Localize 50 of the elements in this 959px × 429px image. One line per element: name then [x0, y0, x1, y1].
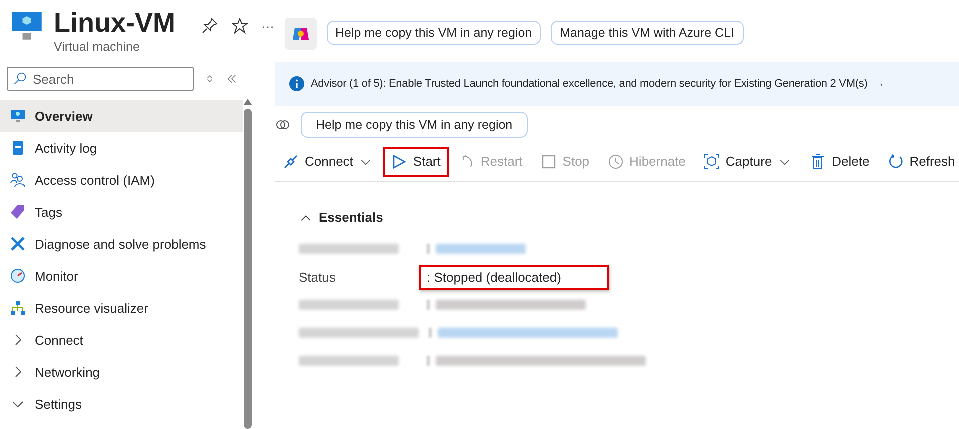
nav-item[interactable]: Access control (IAM) [0, 164, 243, 196]
gauge-icon [10, 268, 26, 284]
users-icon [10, 172, 26, 188]
toolbar-button[interactable]: Connect [275, 146, 382, 176]
copilot-button[interactable] [284, 18, 316, 50]
prompt-button[interactable]: Help me copy this VM in any region [326, 21, 542, 45]
trash-icon [810, 154, 826, 170]
property-value: : Stopped (deallocated) [419, 264, 609, 290]
search-field[interactable]: Search [7, 67, 194, 91]
toolbar-button[interactable]: Capture [696, 146, 800, 176]
nav-item[interactable]: Activity log [0, 132, 243, 164]
clock-icon [608, 154, 624, 170]
nav-item[interactable]: Overview [0, 100, 243, 132]
essentials-toggle[interactable]: Essentials [299, 210, 959, 225]
advisor-banner[interactable]: Advisor (1 of 5): Enable Trusted Launch foundational excellence, and modern security for Existing Generation 2 VM(s) → [275, 62, 959, 106]
page-title: Linux-VM [54, 8, 176, 38]
scroll-up-icon[interactable] [244, 99, 252, 105]
star-icon [232, 18, 248, 34]
nav-item[interactable]: Resource visualizer [0, 292, 243, 324]
nav-item[interactable]: Tags [0, 196, 243, 228]
prompt-button[interactable]: Manage this VM with Azure CLI [551, 21, 744, 45]
prompt-button[interactable]: Help me copy this VM in any region [301, 112, 528, 138]
play-icon [391, 154, 408, 170]
collapse-icon [226, 73, 238, 85]
arrow-icon: → [874, 78, 885, 90]
more-button[interactable]: ··· [262, 18, 274, 34]
property-label: Status [299, 270, 337, 284]
resource-type: Virtual machine [54, 40, 141, 54]
scrollbar-thumb[interactable] [244, 109, 252, 429]
stop-icon [540, 154, 557, 170]
nav-item[interactable]: Networking [0, 356, 243, 388]
toolbar-button[interactable]: Refresh [880, 146, 959, 176]
nav-item[interactable]: Monitor [0, 260, 243, 292]
tag-icon [10, 204, 26, 220]
info-icon [289, 76, 305, 92]
search-icon [13, 72, 27, 86]
toolbar-button[interactable]: Delete [802, 146, 878, 176]
nav-item[interactable]: Connect [0, 324, 243, 356]
tools-icon [10, 236, 26, 252]
book-icon [10, 140, 26, 156]
nav-item[interactable]: Diagnose and solve problems [0, 228, 243, 260]
refresh-icon [888, 154, 904, 170]
nav-item[interactable]: Settings [0, 388, 243, 420]
pin-icon [202, 18, 218, 34]
toolbar-button[interactable]: Start [383, 146, 449, 176]
advisor-text: Advisor (1 of 5): Enable Trusted Launch foundational excellence, and modern security for Existing Generation 2 VM(s) [311, 78, 868, 90]
cube-icon [704, 154, 720, 170]
hierarchy-icon [10, 300, 26, 316]
plug-icon [283, 154, 299, 170]
monitor-icon [10, 108, 26, 124]
